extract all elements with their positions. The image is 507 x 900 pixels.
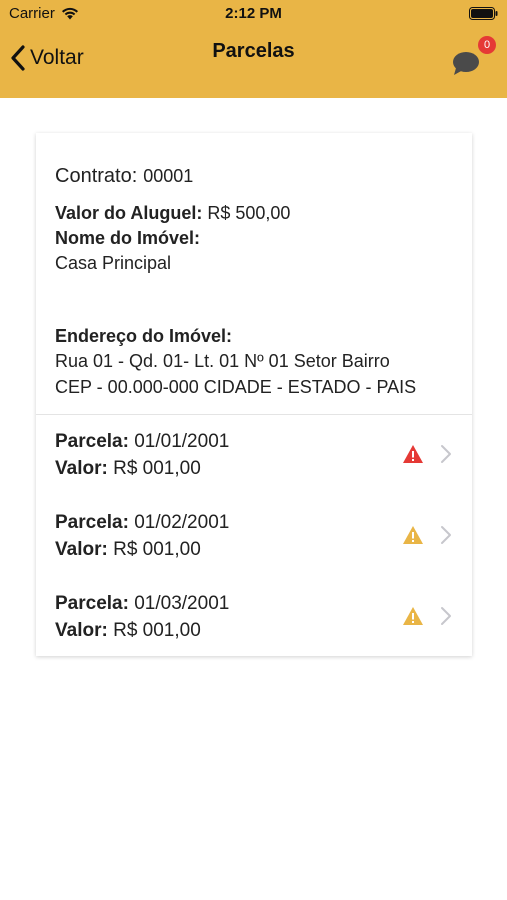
- installment-value-row: Valor: R$ 001,00: [55, 458, 201, 480]
- notification-badge: 0: [478, 36, 496, 54]
- contract-number-row: Contrato: 00001: [55, 165, 193, 188]
- rent-value: R$ 500,00: [207, 203, 291, 223]
- battery-icon: [469, 7, 498, 20]
- installment-value: R$ 001,00: [113, 539, 201, 560]
- navigation-bar: Voltar Parcelas 0: [0, 30, 507, 90]
- installment-value: R$ 001,00: [113, 620, 201, 641]
- installment-date: 01/02/2001: [134, 512, 230, 533]
- installment-value-row: Valor: R$ 001,00: [55, 539, 201, 561]
- installment-date: 01/01/2001: [134, 431, 230, 452]
- chevron-right-icon: [441, 526, 451, 544]
- installment-value-label: Valor:: [55, 458, 108, 479]
- installment-value: R$ 001,00: [113, 458, 201, 479]
- installment-value-row: Valor: R$ 001,00: [55, 620, 201, 642]
- installment-date-row: Parcela: 01/01/2001: [55, 431, 229, 453]
- warning-triangle-icon: [403, 526, 423, 544]
- chevron-right-icon: [441, 445, 451, 463]
- divider: [36, 414, 472, 415]
- clock: 2:12 PM: [225, 5, 282, 22]
- contract-number: 00001: [143, 166, 194, 186]
- chevron-right-icon: [441, 607, 451, 625]
- page-title: Parcelas: [212, 40, 295, 62]
- installment-item[interactable]: Parcela: 01/01/2001 Valor: R$ 001,00: [36, 431, 472, 511]
- installment-date-label: Parcela:: [55, 593, 129, 614]
- installment-date-row: Parcela: 01/02/2001: [55, 512, 229, 534]
- address-line-2: CEP - 00.000-000 CIDADE - ESTADO - PAIS: [55, 377, 417, 397]
- installment-value-label: Valor:: [55, 620, 108, 641]
- installment-date-row: Parcela: 01/03/2001: [55, 593, 229, 615]
- installment-item[interactable]: Parcela: 01/03/2001 Valor: R$ 001,00: [36, 593, 472, 673]
- address-label: Endereço do Imóvel:: [55, 326, 233, 346]
- status-bar: Carrier 2:12 PM: [0, 0, 507, 28]
- rent-row: Valor do Aluguel: R$ 500,00: [55, 203, 290, 224]
- messages-button[interactable]: 0: [448, 34, 500, 82]
- property-name: Casa Principal: [55, 253, 172, 273]
- installment-date-label: Parcela:: [55, 431, 129, 452]
- chat-bubble-icon: [453, 52, 479, 75]
- property-name-label: Nome do Imóvel:: [55, 228, 201, 248]
- installment-value-label: Valor:: [55, 539, 108, 560]
- installment-item[interactable]: Parcela: 01/02/2001 Valor: R$ 001,00: [36, 512, 472, 592]
- warning-triangle-icon: [403, 607, 423, 625]
- warning-triangle-icon: [403, 445, 423, 463]
- contract-card: Contrato: 00001 Valor do Aluguel: R$ 500,…: [36, 133, 472, 656]
- address-line-1: Rua 01 - Qd. 01- Lt. 01 Nº 01 Setor Bair…: [55, 351, 390, 371]
- installment-date-label: Parcela:: [55, 512, 129, 533]
- header: Carrier 2:12 PM Voltar Parcelas 0: [0, 0, 507, 98]
- contract-label: Contrato:: [55, 165, 138, 187]
- installment-date: 01/03/2001: [134, 593, 230, 614]
- rent-label: Valor do Aluguel:: [55, 203, 203, 223]
